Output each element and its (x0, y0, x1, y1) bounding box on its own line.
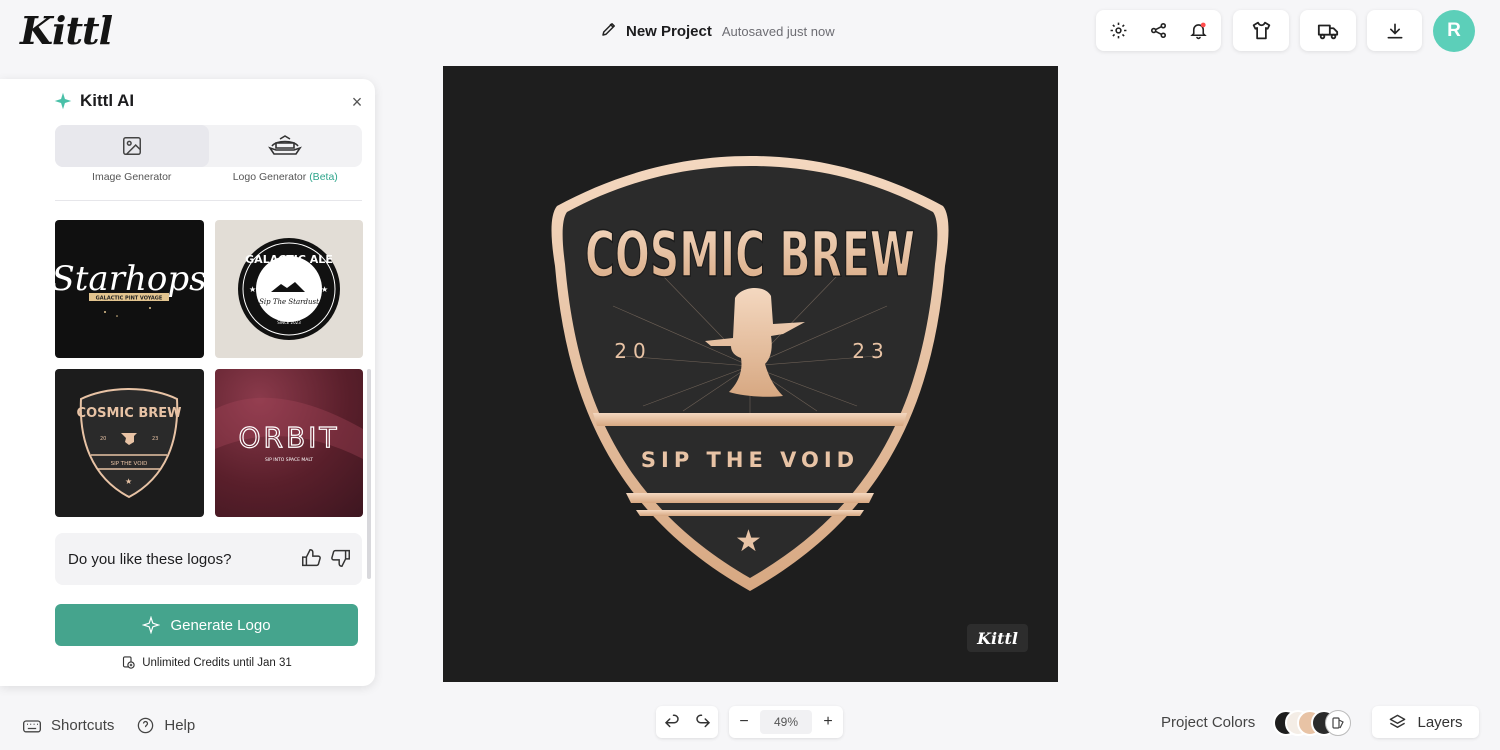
bell-icon (1190, 22, 1207, 40)
thumb-title: COSMIC BREW (77, 406, 182, 421)
divider (55, 200, 362, 201)
panel-header: Kittl AI (54, 91, 134, 111)
cosmic-brew-logo[interactable]: COSMIC BREW 20 23 SIP THE VOID ★ (443, 66, 1058, 682)
panel-title: Kittl AI (80, 91, 135, 110)
logo-year-right: 23 (852, 339, 889, 363)
user-avatar[interactable]: R (1433, 10, 1475, 52)
project-colors-label: Project Colors (1161, 714, 1256, 731)
image-icon (122, 137, 141, 155)
credits-icon (123, 656, 135, 669)
autosave-status: Autosaved just now (721, 24, 835, 39)
thumb-subtitle: SIP INTO SPACE MALT (265, 457, 313, 463)
feedback-actions (300, 547, 352, 569)
beta-badge: (Beta) (309, 171, 338, 183)
svg-text:★: ★ (321, 285, 328, 294)
undo-icon[interactable] (663, 713, 681, 731)
logo-results-grid: Starhops GALACTIC PINT VOYAGE GALACTIC A… (55, 220, 363, 517)
shortcuts-label: Shortcuts (51, 717, 115, 734)
logo-result-cosmic-brew[interactable]: COSMIC BREW 20 23 SIP THE VOID ★ (55, 369, 204, 517)
thumb-year: SINCE 2023 (277, 320, 301, 325)
bottom-left-links: Shortcuts Help (22, 716, 195, 735)
help-label: Help (164, 717, 196, 734)
generator-tabs (55, 125, 362, 167)
logo-tagline: SIP THE VOID (641, 448, 859, 472)
kittl-logo[interactable]: Kittl (20, 8, 113, 53)
download-icon (1387, 23, 1402, 39)
design-canvas[interactable]: COSMIC BREW 20 23 SIP THE VOID ★ Kittl (443, 66, 1058, 682)
keyboard-icon (23, 719, 41, 732)
logo-year-left: 20 (614, 339, 651, 363)
layers-icon (1390, 714, 1406, 728)
logo-result-galactic-ale[interactable]: GALACTIC ALE Sip The Stardust SINCE 2023… (215, 220, 363, 358)
tab-label-logo-text: Logo Generator (232, 171, 307, 183)
tab-labels: Image Generator Logo Generator (Beta) (55, 171, 362, 183)
thumbs-down-icon[interactable] (330, 547, 352, 569)
mockup-button[interactable] (1233, 10, 1289, 51)
gear-icon (1110, 22, 1127, 39)
history-controls (656, 706, 718, 738)
sparkle-icon (142, 616, 161, 634)
sparkle-icon (54, 92, 72, 110)
shortcuts-button[interactable]: Shortcuts (22, 716, 114, 735)
thumbs-up-icon[interactable] (300, 547, 322, 569)
thumb-year-left: 20 (100, 436, 106, 442)
generate-logo-label: Generate Logo (170, 616, 271, 634)
truck-icon (1317, 24, 1339, 39)
redo-icon[interactable] (694, 713, 712, 731)
project-color-swatches[interactable] (1273, 710, 1351, 736)
logo-star: ★ (735, 525, 762, 558)
zoom-level[interactable]: 49% (760, 710, 812, 734)
top-actions-group (1096, 10, 1221, 51)
notifications-button[interactable] (1181, 13, 1217, 49)
download-button[interactable] (1367, 10, 1422, 51)
project-name[interactable]: New Project (626, 23, 712, 40)
zoom-controls: − 49% + (729, 706, 843, 738)
close-icon[interactable]: × (348, 93, 366, 111)
svg-text:★: ★ (249, 285, 256, 294)
thumb-subtitle: Sip The Stardust (259, 298, 319, 306)
generate-logo-button[interactable]: Generate Logo (55, 604, 358, 646)
credits-text: Unlimited Credits until Jan 31 (142, 656, 292, 669)
tshirt-icon (1252, 21, 1270, 40)
tab-label-image[interactable]: Image Generator (55, 171, 209, 183)
thumb-title: GALACTIC ALE (245, 253, 333, 266)
kittl-watermark: Kittl (967, 624, 1028, 652)
pencil-icon[interactable] (600, 20, 618, 43)
palette-icon[interactable] (1325, 710, 1351, 736)
logo-title: COSMIC BREW (585, 218, 915, 291)
logo-result-orbit[interactable]: ORBIT SIP INTO SPACE MALT (215, 369, 363, 517)
thumb-title: ORBIT (238, 421, 339, 454)
help-button[interactable]: Help (136, 716, 195, 735)
project-title: New Project Autosaved just now (600, 20, 835, 43)
logo-result-starhops[interactable]: Starhops GALACTIC PINT VOYAGE (55, 220, 204, 358)
print-delivery-button[interactable] (1300, 10, 1356, 51)
zoom-in-button[interactable]: + (821, 713, 835, 731)
tab-label-logo[interactable]: Logo Generator (Beta) (209, 171, 363, 183)
tab-image-generator[interactable] (55, 125, 209, 167)
share-button[interactable] (1141, 13, 1177, 49)
kittl-ai-panel: Kittl AI × Image Generator Logo Generato… (0, 79, 375, 686)
tab-logo-generator[interactable] (209, 125, 363, 167)
thumb-subtitle: SIP THE VOID (111, 461, 148, 467)
thumb-year-right: 23 (152, 436, 158, 442)
logo-badge-icon (268, 135, 303, 155)
zoom-out-button[interactable]: − (737, 713, 751, 731)
credits-info: Unlimited Credits until Jan 31 (55, 655, 358, 670)
feedback-question: Do you like these logos? (68, 550, 232, 568)
layers-button[interactable]: Layers (1372, 706, 1479, 738)
help-icon (138, 717, 154, 734)
share-icon (1150, 22, 1167, 39)
layers-label: Layers (1417, 713, 1463, 731)
thumb-subtitle: GALACTIC PINT VOYAGE (96, 296, 163, 302)
feedback-box: Do you like these logos? (55, 533, 362, 585)
panel-scrollbar[interactable] (367, 369, 371, 579)
svg-text:★: ★ (125, 477, 132, 486)
settings-button[interactable] (1101, 13, 1137, 49)
